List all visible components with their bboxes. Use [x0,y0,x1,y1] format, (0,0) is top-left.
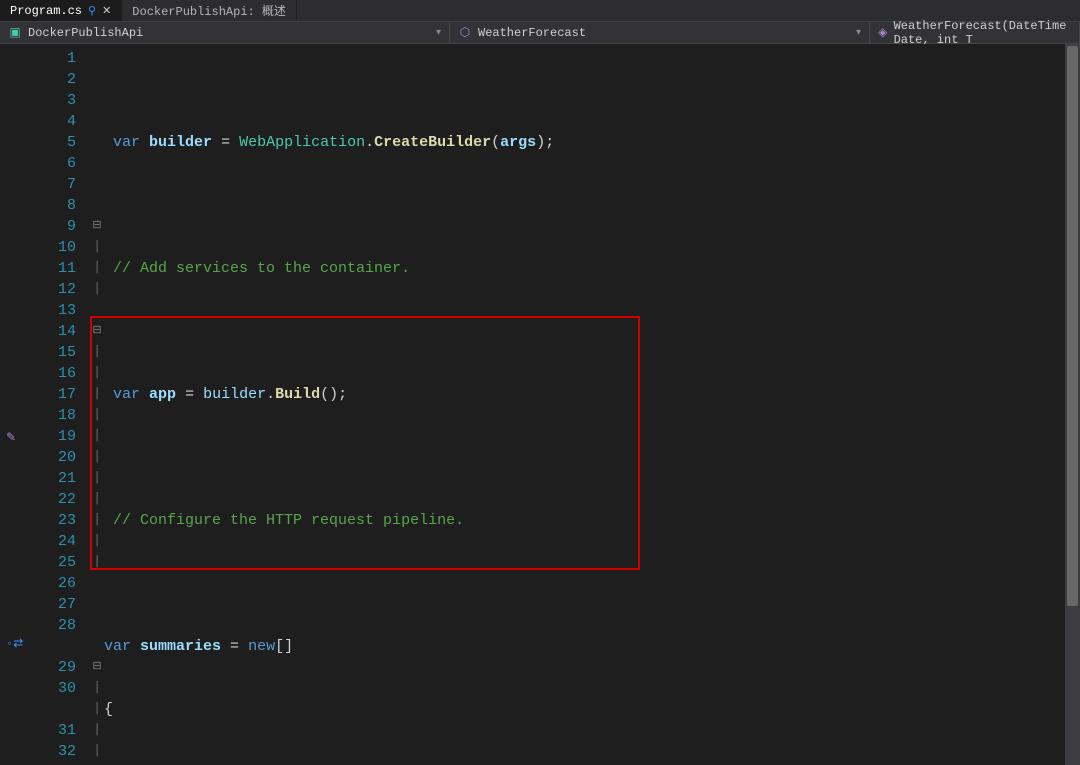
interface-impl-icon[interactable]: ◦⇄ [6,636,23,651]
chevron-down-icon: ▾ [436,27,441,39]
csharp-project-icon: ▣ [8,26,22,40]
tab-docker-overview[interactable]: DockerPublishApi: 概述 [122,0,297,21]
nav-type-label: WeatherForecast [478,26,586,40]
tab-label: DockerPublishApi: 概述 [132,2,286,19]
close-icon[interactable]: ✕ [102,4,111,18]
tab-label: Program.cs [10,4,82,18]
tab-program-cs[interactable]: Program.cs ⚲ ✕ [0,0,122,21]
nav-project-combo[interactable]: ▣ DockerPublishApi ▾ [0,22,450,43]
nav-project-label: DockerPublishApi [28,26,143,40]
glyph-margin: ◦⇄ [0,44,30,765]
nav-member-combo[interactable]: ◈ WeatherForecast(DateTime Date, int T [870,22,1080,43]
fold-toggle[interactable]: ⊟ [90,657,104,678]
chevron-down-icon: ▾ [856,27,861,39]
highlight-rectangle [90,316,640,570]
vertical-scrollbar[interactable] [1065,44,1080,765]
code-editor[interactable]: ◦⇄ 1 2 3 4 5 6 7 8 9 10 11 12 13 14 15 1… [0,44,1080,765]
fold-toggle[interactable]: ⊟ [90,216,104,237]
outlining-margin[interactable]: ⊟ │││ ⊟ ││││ ││││ │││ ⊟ ││││ [90,44,104,765]
scrollbar-thumb[interactable] [1067,46,1078,606]
nav-member-label: WeatherForecast(DateTime Date, int T [894,19,1071,47]
line-number-gutter: 1 2 3 4 5 6 7 8 9 10 11 12 13 14 15 16 1… [30,44,90,765]
navigation-bar: ▣ DockerPublishApi ▾ ⬡ WeatherForecast ▾… [0,22,1080,44]
method-icon: ⬡ [458,26,472,40]
nav-type-combo[interactable]: ⬡ WeatherForecast ▾ [450,22,870,43]
pin-icon[interactable]: ⚲ [88,4,96,18]
quick-actions-icon[interactable]: ✎ [6,428,16,449]
cube-icon: ◈ [878,26,888,40]
code-text-area[interactable]: var builder = WebApplication.CreateBuild… [104,44,1080,765]
fold-toggle[interactable]: ⊟ [90,321,104,342]
